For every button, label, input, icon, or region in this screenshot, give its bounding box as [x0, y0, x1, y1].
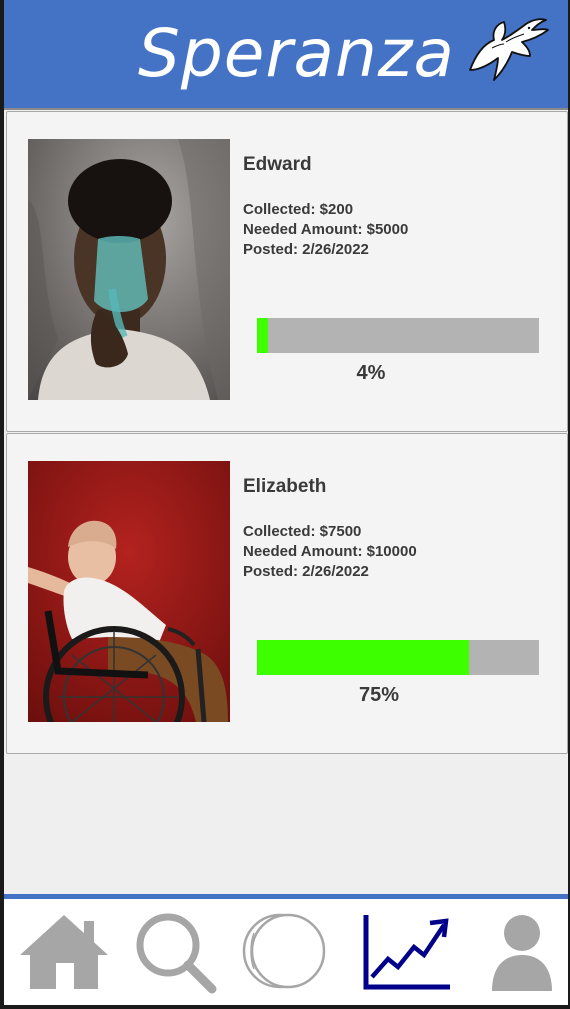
campaign-card-edward[interactable]: Edward Collected: $200 Needed Amount: $5… — [6, 111, 568, 432]
campaign-details: Collected: $200 Needed Amount: $5000 Pos… — [243, 200, 408, 260]
home-icon[interactable] — [18, 913, 110, 991]
chart-trend-icon[interactable] — [362, 911, 454, 993]
app-header: Speranza — [4, 0, 568, 110]
collected-amount: Collected: $200 — [243, 201, 354, 218]
campaign-card-elizabeth[interactable]: Elizabeth Collected: $7500 Needed Amount… — [6, 433, 568, 754]
campaign-photo-edward — [28, 139, 230, 400]
progress-bar-fill — [257, 640, 469, 675]
needed-amount: Needed Amount: $5000 — [243, 221, 409, 238]
posted-date: Posted: 2/26/2022 — [243, 241, 369, 258]
progress-bar — [257, 640, 539, 675]
dove-icon — [469, 18, 549, 81]
campaign-details: Collected: $7500 Needed Amount: $10000 P… — [243, 522, 417, 582]
needed-amount: Needed Amount: $10000 — [243, 543, 417, 560]
app-title: Speranza — [138, 15, 455, 92]
posted-date: Posted: 2/26/2022 — [243, 563, 369, 580]
progress-percent: 75% — [358, 684, 400, 706]
campaign-name: Elizabeth — [243, 476, 327, 497]
bottom-nav — [4, 894, 568, 1005]
progress-percent: 4% — [356, 362, 386, 384]
collected-amount: Collected: $7500 — [243, 523, 362, 540]
progress-bar — [257, 318, 539, 353]
search-icon[interactable] — [134, 911, 218, 995]
campaign-name: Edward — [243, 154, 312, 175]
progress-bar-fill — [257, 318, 269, 353]
campaign-photo-elizabeth — [28, 461, 230, 722]
coin-icon[interactable] — [240, 911, 330, 991]
user-icon[interactable] — [490, 913, 554, 991]
app-frame: Speranza Edward Collected: $200 Needed A… — [4, 0, 568, 1005]
